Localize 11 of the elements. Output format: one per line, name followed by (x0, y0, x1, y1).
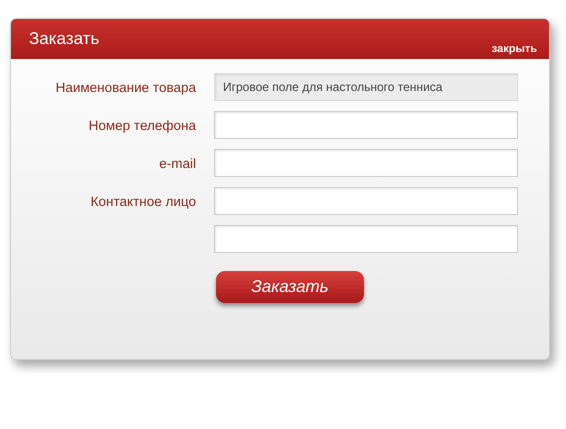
close-link[interactable]: закрыть (492, 43, 537, 55)
input-field[interactable] (214, 111, 518, 139)
field-label: Номер телефона (88, 118, 196, 132)
dialog-title: Заказать (29, 29, 100, 49)
field-label: e-mail (158, 156, 196, 170)
field-label: Наименование товара (54, 80, 196, 94)
field-label: Контактное лицо (90, 194, 196, 208)
submit-button[interactable]: Заказать (216, 271, 364, 303)
input-field[interactable] (214, 149, 518, 177)
input-field[interactable] (214, 225, 518, 253)
input-field[interactable] (214, 187, 518, 215)
